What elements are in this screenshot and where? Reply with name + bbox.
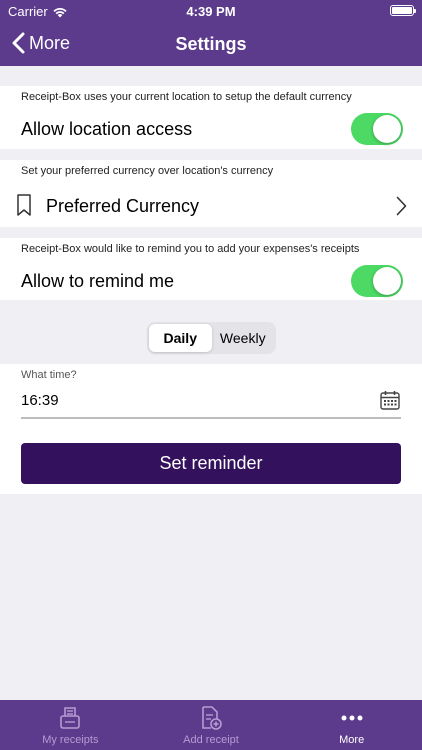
reminder-section: Receipt-Box would like to remind you to … <box>0 238 422 300</box>
receipts-icon <box>60 707 81 729</box>
time-input-underline <box>21 417 401 419</box>
tab-label: Add receipt <box>183 734 239 746</box>
tab-label: More <box>339 734 365 746</box>
add-receipt-icon <box>202 706 222 730</box>
set-reminder-button[interactable]: Set reminder <box>21 443 401 484</box>
time-input[interactable]: 16:39 <box>21 392 59 409</box>
segment-weekly[interactable]: Weekly <box>212 324 275 352</box>
location-label: Allow location access <box>21 119 193 139</box>
time-field-label: What time? <box>21 369 77 381</box>
reminder-toggle[interactable] <box>351 265 403 297</box>
toggle-knob <box>373 267 401 295</box>
status-bar: Carrier 4:39 PM <box>0 0 422 22</box>
tab-my-receipts[interactable]: My receipts <box>0 700 141 750</box>
toggle-knob <box>373 115 401 143</box>
calendar-icon[interactable] <box>380 390 400 410</box>
status-time: 4:39 PM <box>186 4 236 19</box>
chevron-right-icon[interactable] <box>396 196 407 216</box>
battery-icon <box>390 5 416 16</box>
navigation-bar: More Settings <box>0 22 422 66</box>
tab-more[interactable]: More <box>281 700 422 750</box>
bookmark-icon <box>17 194 31 216</box>
location-section: Receipt-Box uses your current location t… <box>0 86 422 149</box>
tab-add-receipt[interactable]: Add receipt <box>141 700 282 750</box>
reminder-hint: Receipt-Box would like to remind you to … <box>21 243 360 255</box>
preferred-currency-row[interactable]: Preferred Currency <box>46 196 199 217</box>
tab-bar: My receipts Add receipt More <box>0 700 422 750</box>
tab-label: My receipts <box>42 734 99 746</box>
location-hint: Receipt-Box uses your current location t… <box>21 91 352 103</box>
currency-hint: Set your preferred currency over locatio… <box>21 165 274 177</box>
reminder-label: Allow to remind me <box>21 271 175 291</box>
currency-section: Set your preferred currency over locatio… <box>0 160 422 227</box>
page-title: Settings <box>175 34 247 54</box>
location-toggle[interactable] <box>351 113 403 145</box>
frequency-segmented-control: Daily Weekly <box>147 322 276 354</box>
more-icon <box>341 715 363 721</box>
segment-daily[interactable]: Daily <box>149 324 212 352</box>
